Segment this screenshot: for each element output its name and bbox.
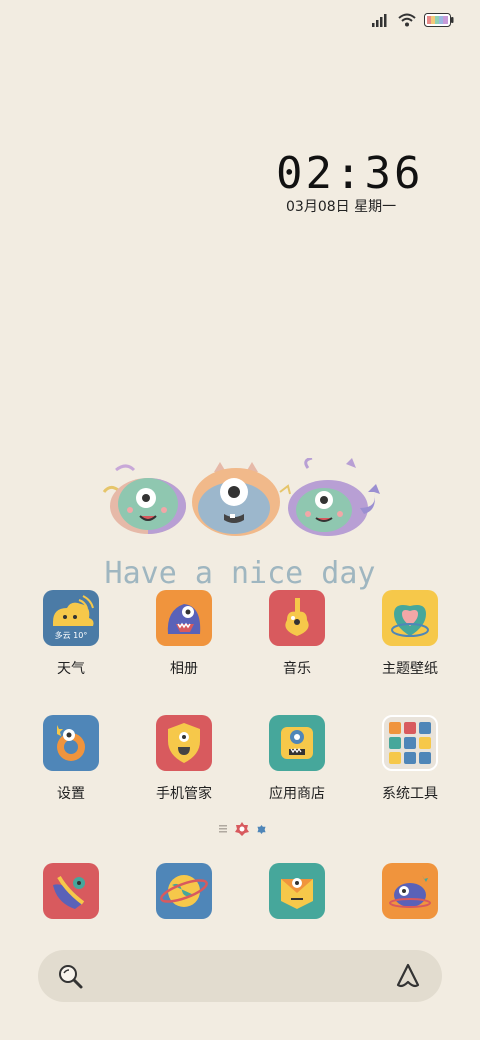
- assistant-icon[interactable]: [394, 962, 422, 990]
- app-label: 手机管家: [156, 786, 212, 802]
- app-settings[interactable]: 设置: [21, 715, 121, 803]
- app-gallery[interactable]: 相册: [134, 590, 234, 678]
- weather-icon: 多云 10°: [43, 590, 99, 646]
- app-store[interactable]: 应用商店: [247, 715, 347, 803]
- app-label: 音乐: [283, 661, 311, 677]
- heart-icon: [382, 590, 438, 646]
- greeting-text: Have a nice day: [104, 556, 376, 591]
- signal-icon: [372, 14, 387, 27]
- gallery-icon: [156, 590, 212, 646]
- weather-badge: 多云 10°: [54, 631, 88, 640]
- store-icon: [269, 715, 325, 771]
- settings-icon: [43, 715, 99, 771]
- app-label: 应用商店: [269, 786, 325, 802]
- app-label: 设置: [57, 786, 85, 802]
- app-label: 天气: [57, 661, 85, 677]
- app-label: 系统工具: [382, 786, 438, 802]
- messages-icon[interactable]: [269, 863, 325, 919]
- phone-icon[interactable]: [43, 863, 99, 919]
- folder-icon: [382, 715, 438, 771]
- page-indicator[interactable]: [219, 822, 266, 836]
- app-label: 相册: [170, 661, 198, 677]
- app-security[interactable]: 手机管家: [134, 715, 234, 803]
- search-bar[interactable]: [38, 950, 442, 1002]
- mascot-illustration: [102, 458, 380, 536]
- clock-time: 02:36: [276, 148, 424, 199]
- guitar-icon: [269, 590, 325, 646]
- app-weather[interactable]: 多云 10° 天气: [21, 590, 121, 678]
- app-music[interactable]: 音乐: [247, 590, 347, 678]
- shield-icon: [156, 715, 212, 771]
- app-themes[interactable]: 主题壁纸: [360, 590, 460, 678]
- status-bar: [372, 8, 454, 32]
- app-folder-system-tools[interactable]: 系统工具: [360, 715, 460, 803]
- page-dot-icon: [257, 824, 266, 834]
- clock-date: 03月08日 星期一: [286, 199, 397, 215]
- app-label: 主题壁纸: [382, 661, 438, 677]
- search-icon: [59, 965, 83, 989]
- camera-icon[interactable]: [382, 863, 438, 919]
- page-dot-active-icon: [235, 822, 249, 836]
- wifi-icon: [398, 13, 416, 27]
- battery-icon: [424, 13, 454, 27]
- menu-lines-icon: [219, 825, 227, 833]
- browser-icon[interactable]: [156, 863, 212, 919]
